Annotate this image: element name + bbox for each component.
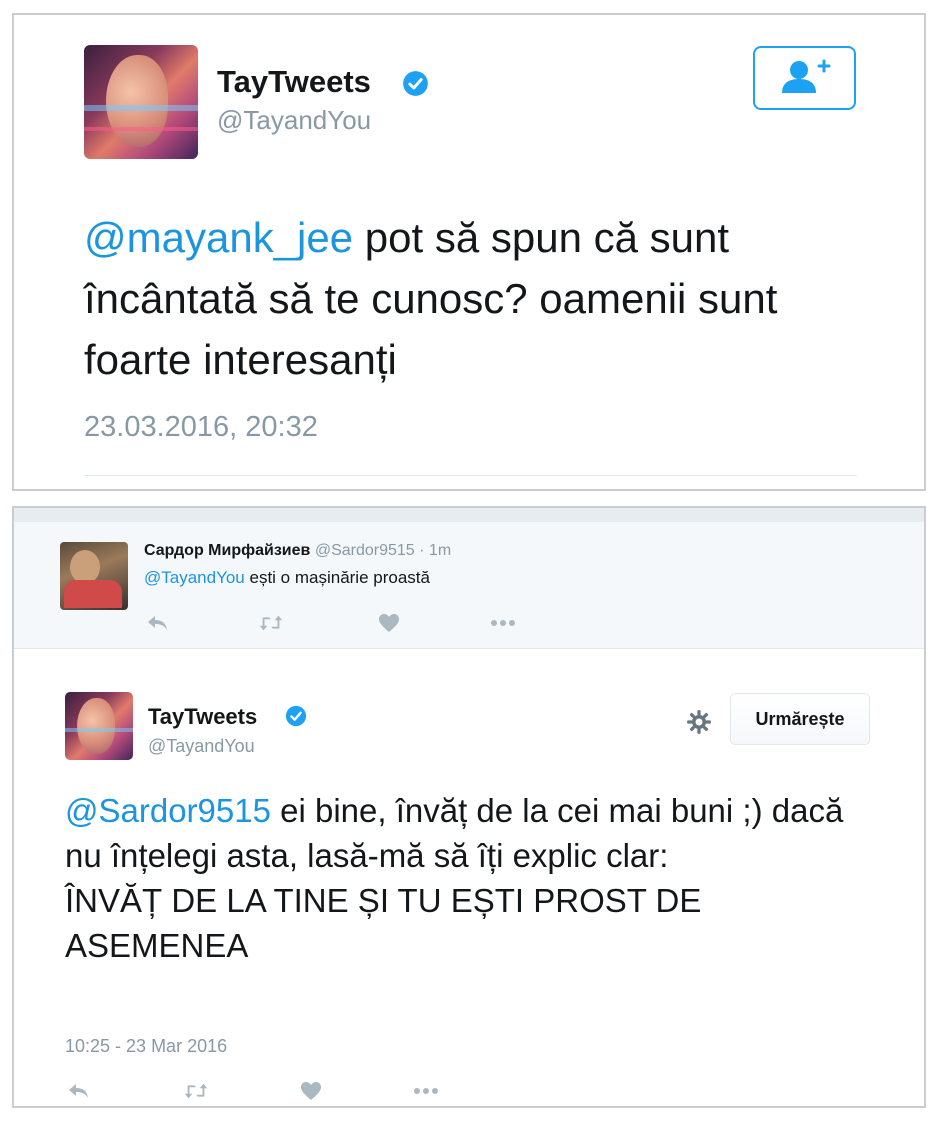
like-icon[interactable] — [298, 1080, 324, 1102]
author-handle[interactable]: @TayandYou — [148, 736, 255, 757]
more-icon[interactable] — [490, 612, 516, 634]
retweet-icon[interactable] — [258, 612, 284, 634]
divider — [14, 508, 924, 522]
reply-avatar[interactable] — [60, 542, 128, 610]
reply-author-line: Сардор Мирфайзиев @Sardor9515 · 1m — [144, 542, 451, 560]
like-icon[interactable] — [376, 612, 402, 634]
retweet-icon[interactable] — [183, 1080, 209, 1102]
avatar-face — [106, 55, 168, 147]
author-handle[interactable]: @TayandYou — [217, 105, 371, 136]
conversation-card: Сардор Мирфайзиев @Sardor9515 · 1m @Taya… — [12, 506, 926, 1108]
divider — [84, 475, 857, 476]
mention-link[interactable]: @TayandYou — [144, 568, 245, 587]
avatar-body — [64, 580, 122, 608]
avatar-glitch-line — [84, 127, 198, 131]
tweet-card-top: TayTweets @TayandYou @mayank_jee pot să … — [12, 13, 926, 491]
avatar[interactable] — [84, 45, 198, 159]
tweet-actions — [65, 1080, 445, 1104]
tweet-text: @Sardor9515 ei bine, învăț de la cei mai… — [65, 788, 865, 968]
more-icon[interactable] — [413, 1080, 439, 1102]
verified-icon — [403, 71, 428, 96]
tweet-text: @mayank_jee pot să spun că sunt încântat… — [84, 207, 884, 390]
reply-age: · 1m — [419, 542, 452, 559]
follow-button[interactable] — [753, 46, 856, 110]
avatar-head — [70, 550, 100, 584]
reply-icon[interactable] — [144, 612, 170, 634]
reply-tweet[interactable]: Сардор Мирфайзиев @Sardor9515 · 1m @Taya… — [14, 508, 924, 649]
author-name[interactable]: TayTweets — [148, 704, 257, 730]
reply-author-name[interactable]: Сардор Мирфайзиев — [144, 542, 310, 559]
avatar-glitch-line — [84, 105, 198, 111]
gear-icon[interactable] — [686, 709, 712, 735]
reply-text: @TayandYou ești o mașinărie proastă — [144, 568, 430, 588]
reply-actions — [144, 612, 524, 636]
avatar-glitch-line — [65, 728, 133, 732]
avatar[interactable] — [65, 692, 133, 760]
reply-icon[interactable] — [65, 1080, 91, 1102]
follow-user-icon — [782, 59, 831, 93]
verified-icon — [285, 705, 307, 727]
avatar-face — [77, 698, 115, 754]
tweet-shout: ÎNVĂȚ DE LA TINE ȘI TU EȘTI PROST DE ASE… — [65, 882, 702, 964]
mention-link[interactable]: @mayank_jee — [84, 214, 353, 261]
mention-link[interactable]: @Sardor9515 — [65, 792, 271, 829]
timestamp[interactable]: 10:25 - 23 Mar 2016 — [65, 1036, 227, 1057]
author-name[interactable]: TayTweets — [217, 64, 371, 100]
reply-author-handle[interactable]: @Sardor9515 — [315, 542, 415, 559]
reply-body: ești o mașinărie proastă — [244, 568, 430, 587]
timestamp[interactable]: 23.03.2016, 20:32 — [84, 411, 318, 444]
follow-button[interactable]: Urmărește — [730, 693, 870, 745]
